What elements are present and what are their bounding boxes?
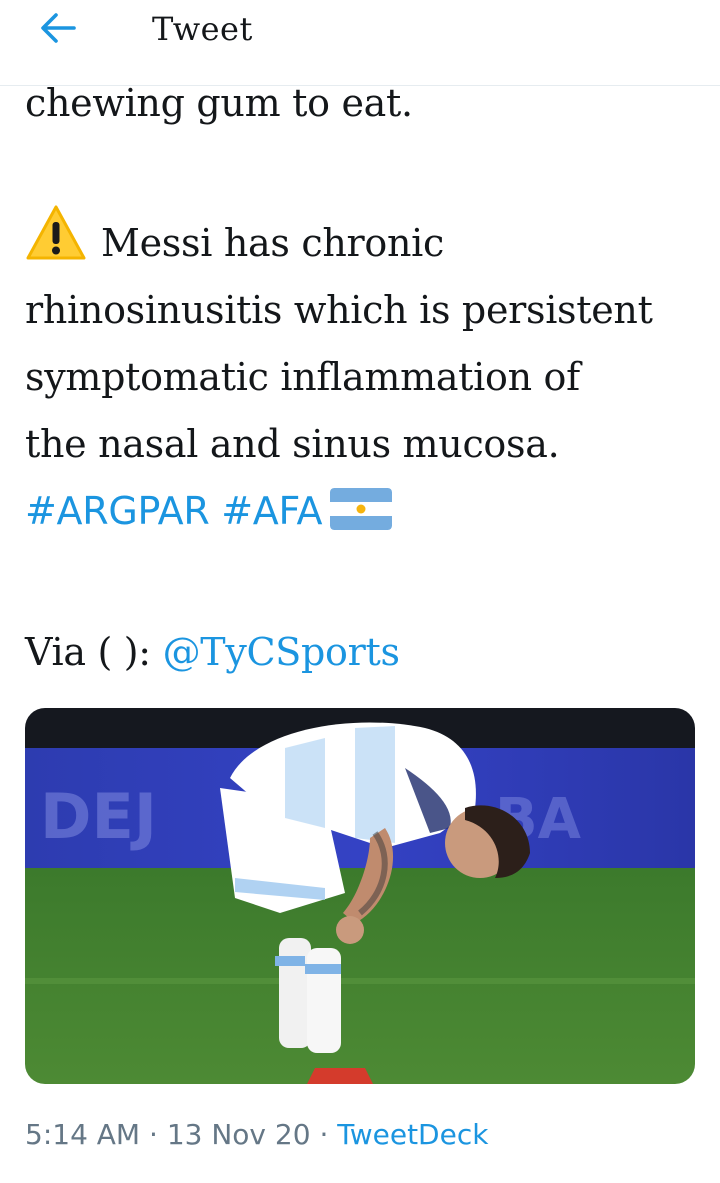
- meta-separator: ·: [319, 1118, 329, 1151]
- tweet-text-line: symptomatic inflammation of: [25, 355, 580, 399]
- arrow-left-icon: [41, 13, 76, 43]
- photo-image: DEJ BA: [25, 708, 695, 1084]
- page-title: Tweet: [152, 10, 253, 48]
- tweet-meta: 5:14 AM · 13 Nov 20 · TweetDeck: [25, 1118, 488, 1151]
- warning-icon: [26, 205, 86, 260]
- hashtag-afa-link[interactable]: #AFA: [221, 489, 322, 533]
- tweet-time: 5:14 AM: [25, 1118, 141, 1151]
- tweet-date: 13 Nov 20: [166, 1118, 311, 1151]
- hashtag-argpar-link[interactable]: #ARGPAR: [25, 489, 210, 533]
- tweet-text-line: Messi has chronic: [101, 221, 444, 265]
- source-link[interactable]: TweetDeck: [337, 1118, 488, 1151]
- mention-tycsports-link[interactable]: @TyCSports: [163, 630, 400, 674]
- tweet-text-line: rhinosinusitis which is persistent: [25, 288, 653, 332]
- tweet-text-line: the nasal and sinus mucosa.: [25, 422, 560, 466]
- meta-separator: ·: [149, 1118, 158, 1151]
- via-label: Via ( ):: [25, 630, 151, 674]
- argentina-flag-icon: [330, 488, 393, 530]
- top-bar: Tweet: [0, 0, 720, 86]
- back-button[interactable]: [30, 6, 86, 50]
- tweet-media-photo[interactable]: DEJ BA: [25, 708, 695, 1084]
- tweet-body: chewing gum to eat. Messi has chronic rh…: [25, 70, 705, 686]
- svg-text:DEJ: DEJ: [40, 780, 157, 853]
